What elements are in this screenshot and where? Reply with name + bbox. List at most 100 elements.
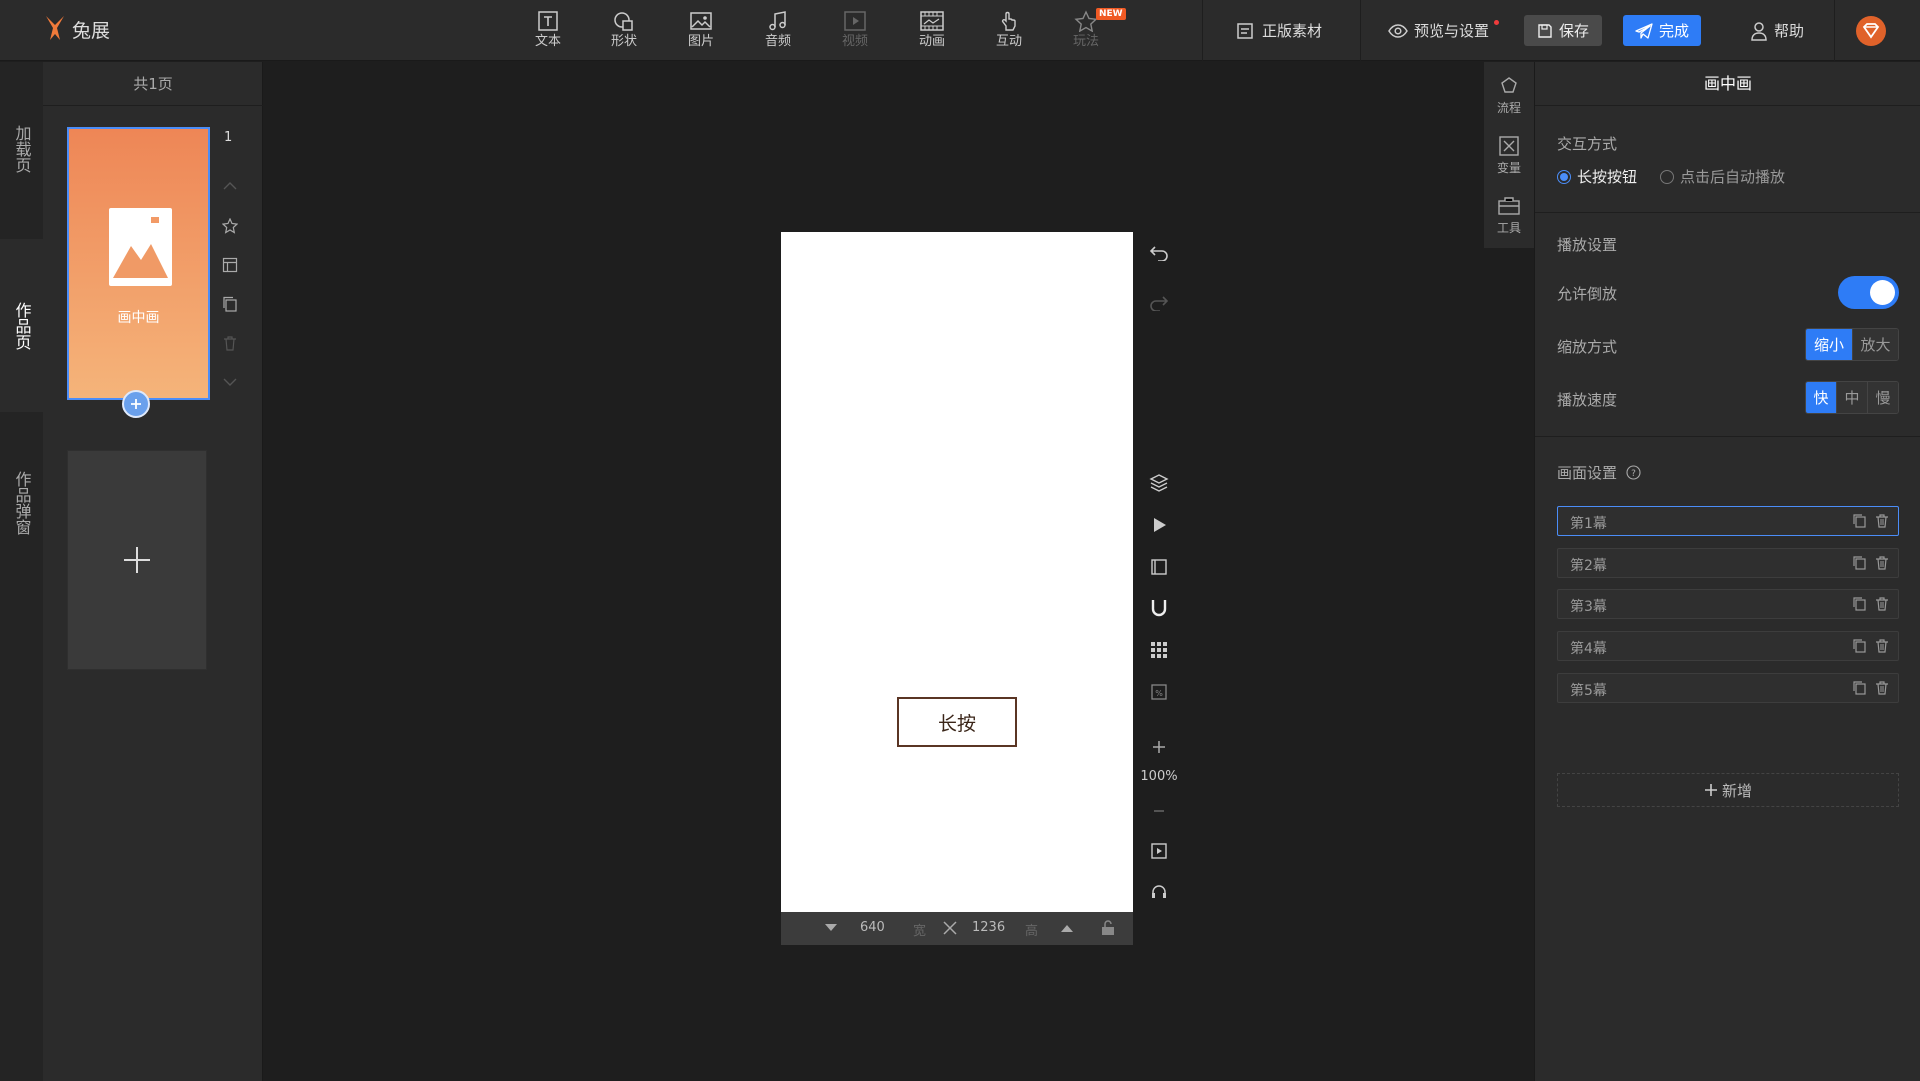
user-icon [1751,21,1767,41]
add-scene-button[interactable]: 新增 [1557,773,1899,807]
delete-page-button[interactable] [220,333,240,353]
trash-icon[interactable] [1874,513,1890,529]
layout-icon [222,257,238,273]
speed-slow[interactable]: 慢 [1867,382,1898,413]
move-down-button[interactable] [220,372,240,392]
scene-item[interactable]: 第3幕 [1557,589,1899,619]
move-up-button[interactable] [220,176,240,196]
tools-button[interactable]: 工具 [1484,196,1534,236]
scene-item[interactable]: 第2幕 [1557,548,1899,578]
insert-page-button[interactable] [122,390,150,418]
scene-name: 第5幕 [1570,683,1607,699]
lock-icon[interactable] [1101,920,1115,936]
tab-work-popups[interactable]: 作品弹窗 [0,416,43,589]
caret-up-icon[interactable] [1061,924,1073,932]
user-avatar[interactable] [1855,15,1887,47]
plus-icon [1704,784,1717,796]
trash-icon[interactable] [1874,680,1890,696]
percent-button[interactable]: % [1146,679,1172,705]
save-icon [1538,23,1552,38]
thumbnail-label: 画中画 [117,310,160,326]
help-circle-icon[interactable]: ? [1626,465,1641,480]
speed-fast[interactable]: 快 [1806,382,1836,413]
width-value[interactable]: 640 [860,920,885,935]
copy-icon[interactable] [1852,638,1868,654]
tool-shape[interactable]: 形状 [596,10,652,49]
copy-icon [223,296,237,312]
help-button[interactable]: 帮助 [1750,20,1804,41]
tab-work-pages[interactable]: 作品页 [0,239,43,412]
magnet-button[interactable] [1146,595,1172,621]
reverse-toggle[interactable] [1838,276,1899,309]
support-button[interactable] [1146,879,1172,905]
save-label: 保存 [1558,22,1589,40]
tool-interact[interactable]: 互动 [981,10,1037,49]
copy-icon[interactable] [1852,680,1868,696]
video-preview-icon [1151,843,1167,859]
scale-shrink[interactable]: 缩小 [1806,329,1852,360]
scene-item[interactable]: 第4幕 [1557,631,1899,661]
radio-click-autoplay[interactable]: 点击后自动播放 [1660,166,1785,187]
undo-icon [1149,246,1168,261]
favorite-button[interactable] [220,216,240,236]
radio-long-press[interactable]: 长按按钮 [1557,166,1637,187]
copy-icon[interactable] [1852,596,1868,612]
scale-enlarge[interactable]: 放大 [1852,329,1898,360]
copy-page-button[interactable] [220,294,240,314]
scene-settings-label: 画面设置 ? [1557,462,1641,483]
link-dimensions-icon[interactable] [943,921,957,935]
width-unit: 宽 [913,924,927,939]
app-logo[interactable]: 兔展 [42,14,110,44]
hand-icon [1001,11,1016,31]
shape-icon [614,12,633,31]
page-number: 1 [224,130,233,145]
tool-audio[interactable]: 音频 [750,10,806,49]
undo-button[interactable] [1146,240,1172,266]
trash-icon [224,336,236,351]
trash-icon[interactable] [1874,596,1890,612]
trash-icon[interactable] [1874,638,1890,654]
panel-title: 画中画 [1535,62,1920,106]
layers-button[interactable] [1146,470,1172,496]
zoom-level: 100% [1140,769,1178,784]
copy-icon[interactable] [1852,513,1868,529]
licensed-assets-button[interactable]: 正版素材 [1236,20,1322,41]
preview-settings-button[interactable]: 预览与设置 [1388,20,1489,41]
document-icon [1237,22,1253,39]
save-button[interactable]: 保存 [1524,15,1602,46]
tool-video[interactable]: 视频 [827,10,883,49]
zoom-in-button[interactable] [1146,734,1172,760]
tool-image[interactable]: 图片 [673,10,729,49]
new-badge: NEW [1096,8,1126,20]
page-canvas[interactable]: 长按 [781,232,1133,912]
height-value[interactable]: 1236 [972,920,1005,935]
variable-button[interactable]: 变量 [1484,136,1534,176]
flow-button[interactable]: 流程 [1484,76,1534,116]
caret-down-icon[interactable] [825,924,837,932]
height-unit: 高 [1025,924,1039,939]
grid-button[interactable] [1146,637,1172,663]
zoom-out-button[interactable] [1146,798,1172,824]
tool-gameplay[interactable]: 玩法 NEW [1058,8,1126,49]
tab-loading-page[interactable]: 加载页 [0,62,43,235]
page-thumbnail[interactable]: 画中画 [67,127,210,400]
speed-medium[interactable]: 中 [1836,382,1867,413]
preview-play-button[interactable] [1146,838,1172,864]
redo-button[interactable] [1146,290,1172,316]
scene-item[interactable]: 第5幕 [1557,673,1899,703]
long-press-button[interactable]: 长按 [897,697,1017,747]
frame-button[interactable] [1146,554,1172,580]
template-button[interactable] [220,255,240,275]
chevron-up-icon [223,182,237,190]
reverse-label: 允许倒放 [1557,285,1618,303]
tool-text[interactable]: 文本 [520,10,576,49]
trash-icon[interactable] [1874,555,1890,571]
done-button[interactable]: 完成 [1623,15,1701,46]
left-tab-bar: 加载页 作品页 作品弹窗 [0,62,43,1081]
flow-label: 流程 [1496,101,1521,115]
play-button[interactable] [1146,512,1172,538]
tool-animation[interactable]: 动画 [904,10,960,49]
scene-item[interactable]: 第1幕 [1557,506,1899,536]
add-page-button[interactable] [67,450,207,670]
copy-icon[interactable] [1852,555,1868,571]
